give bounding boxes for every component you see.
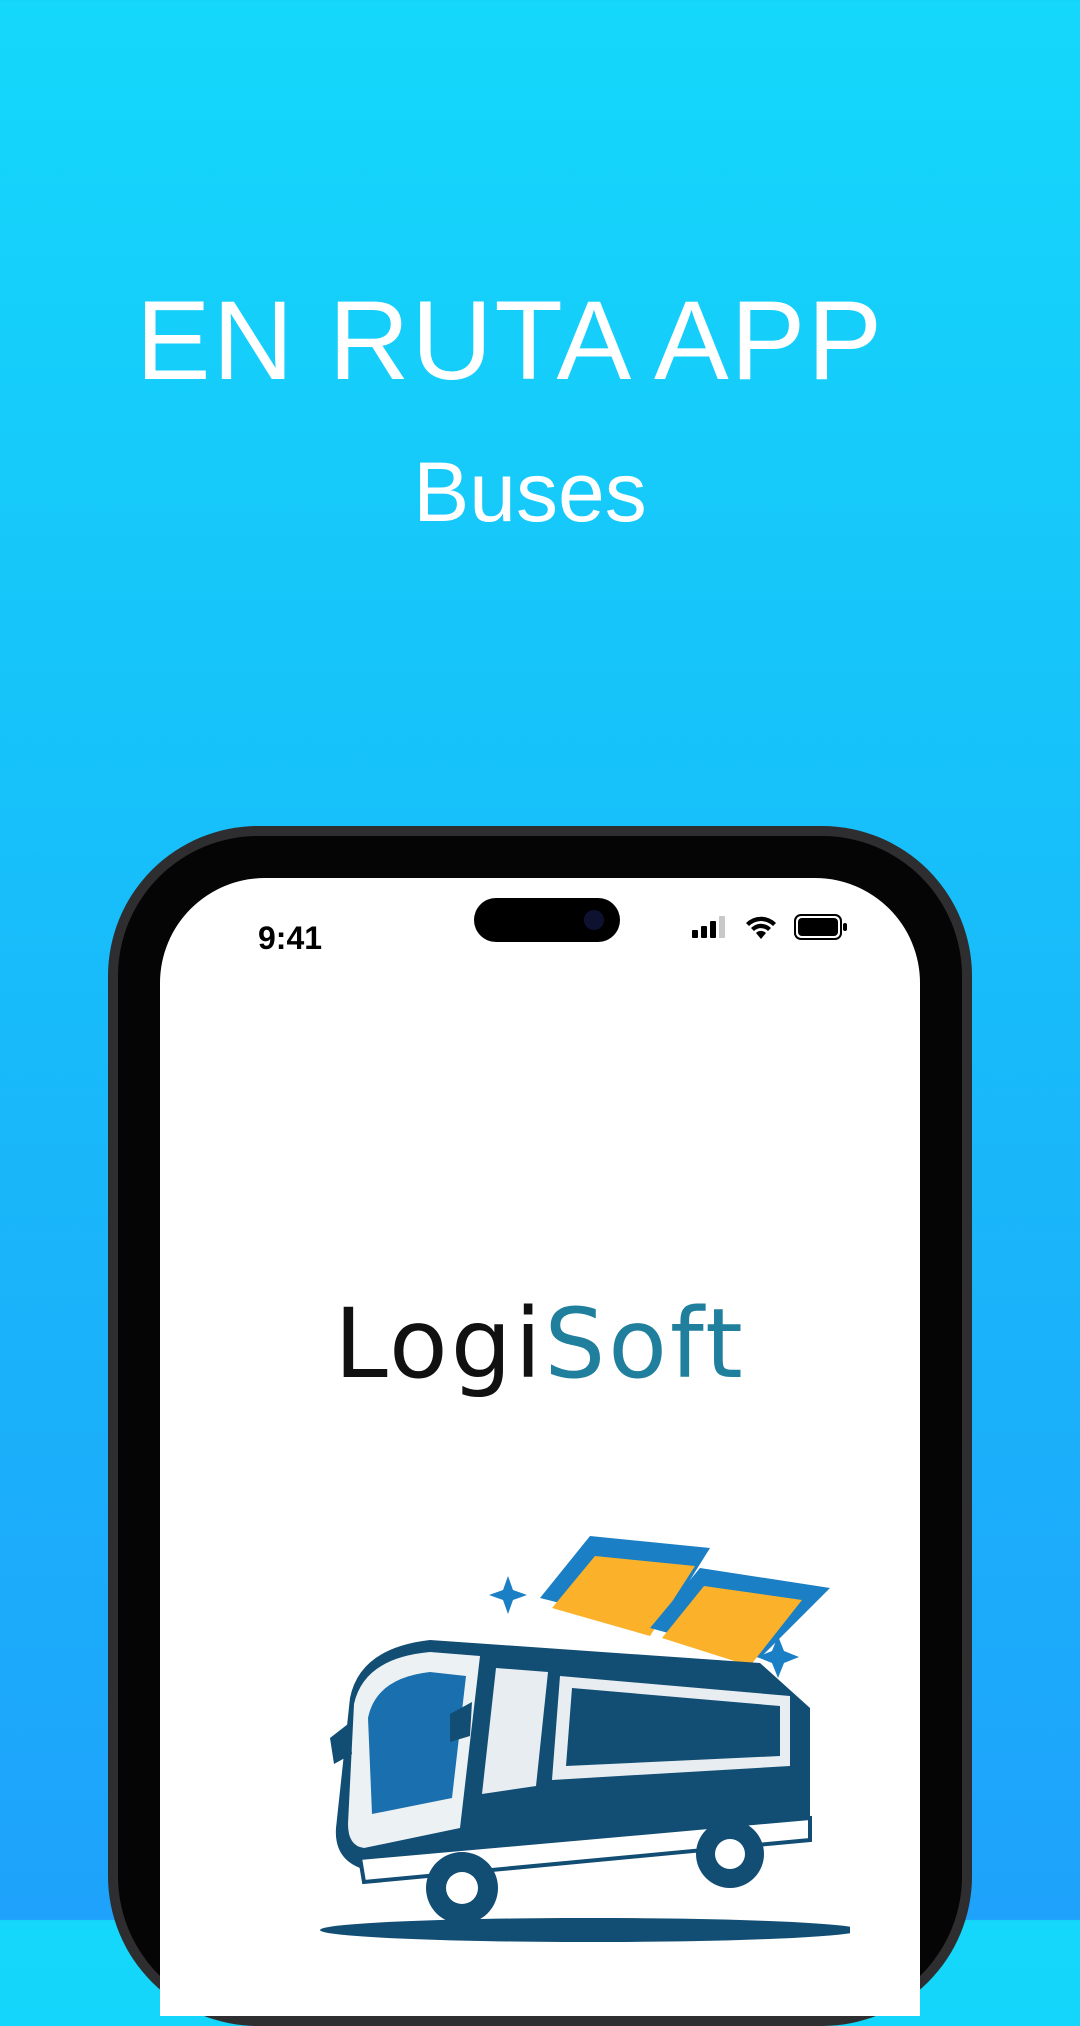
logo-part-logi: Logi <box>334 1288 545 1400</box>
logo-part-soft: Soft <box>544 1288 746 1400</box>
camera-icon <box>584 910 604 930</box>
phone-bezel: 9:41 LogiSoft <box>118 836 962 2016</box>
status-time: 9:41 <box>258 920 323 956</box>
wifi-icon <box>746 916 776 939</box>
signal-icon <box>692 916 725 938</box>
phone-mockup: 9:41 LogiSoft <box>108 826 972 2026</box>
hero-subtitle: Buses <box>413 445 647 539</box>
bus-illustration <box>320 1536 850 1942</box>
battery-icon <box>794 914 847 940</box>
bus-icon <box>320 1640 850 1942</box>
status-icons <box>692 914 848 940</box>
phone-screen: 9:41 LogiSoft <box>160 878 920 2016</box>
ticket-icon <box>540 1536 830 1666</box>
logisoft-logo: LogiSoft <box>160 1288 920 1400</box>
hero-title: EN RUTA APP <box>135 278 885 403</box>
dynamic-island <box>474 898 620 942</box>
